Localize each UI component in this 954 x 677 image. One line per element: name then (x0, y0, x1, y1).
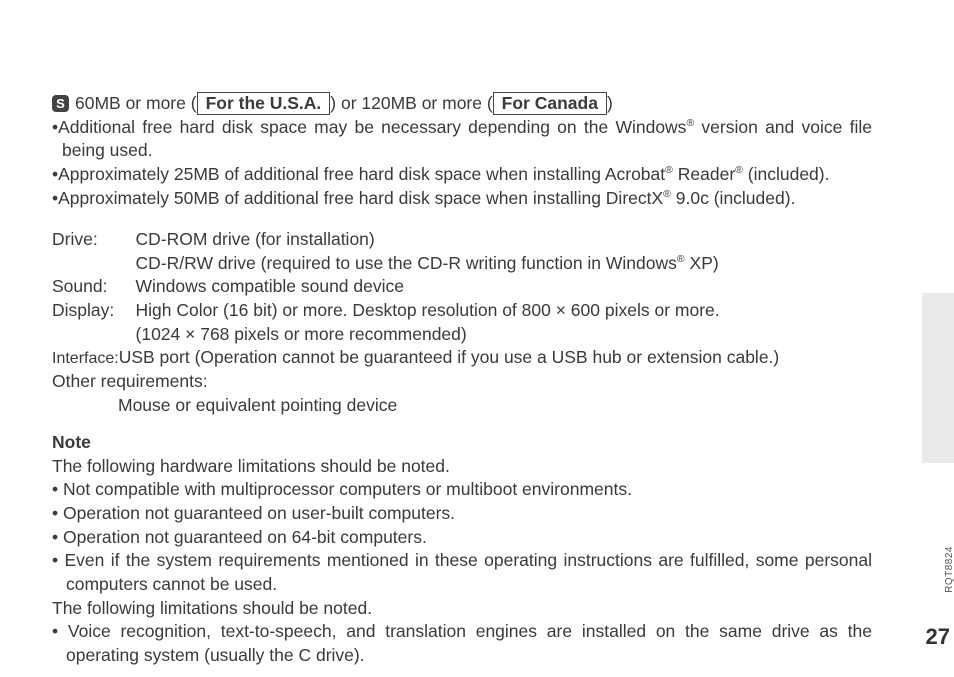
spec-other-label: Other requirements: (52, 370, 872, 394)
page-number: 27 (926, 622, 950, 652)
spec-label-interface: Interface: (52, 350, 119, 367)
spec-value-display-1: High Color (16 bit) or more. Desktop res… (136, 299, 872, 323)
spec-table: Drive: CD-ROM drive (for installation) C… (52, 228, 872, 346)
text-fragment: •Approximately 50MB of additional free h… (52, 188, 663, 208)
spec-label-display: Display: (52, 299, 136, 323)
registered-mark: ® (735, 164, 743, 176)
note-heading: Note (52, 431, 872, 455)
spec-label-blank (52, 252, 136, 276)
text-fragment: •Approximately 25MB of additional free h… (52, 164, 665, 184)
note-intro-1: The following hardware limitations shoul… (52, 455, 872, 479)
spec-other-value: Mouse or equivalent pointing device (52, 394, 872, 418)
document-number: RQT8824 (943, 546, 954, 593)
spec-label-blank (52, 323, 136, 347)
storage-suffix: ) (607, 93, 613, 113)
text-fragment: (included). (743, 164, 830, 184)
storage-middle: ) or 120MB or more ( (330, 93, 492, 113)
registered-mark: ® (665, 164, 673, 176)
text-fragment: XP) (685, 253, 719, 273)
note-bullet-2: • Operation not guaranteed on user-built… (52, 502, 872, 526)
spec-value-display-2: (1024 × 768 pixels or more recommended) (136, 323, 872, 347)
spec-value-drive-2: CD-R/RW drive (required to use the CD-R … (136, 252, 872, 276)
bullet-disk-space: •Additional free hard disk space may be … (52, 116, 872, 163)
spec-value-sound: Windows compatible sound device (136, 275, 872, 299)
registered-mark: ® (677, 253, 685, 265)
text-fragment: •Additional free hard disk space may be … (52, 117, 686, 137)
side-tab (922, 293, 954, 463)
note-bullet-4: • Even if the system requirements mentio… (52, 549, 872, 596)
label-canada: For Canada (493, 92, 607, 115)
spec-label-sound: Sound: (52, 275, 136, 299)
text-fragment: Reader (673, 164, 735, 184)
note-intro-2: The following limitations should be note… (52, 597, 872, 621)
spec-value-interface: USB port (Operation cannot be guaranteed… (119, 347, 780, 367)
bullet-directx: •Approximately 50MB of additional free h… (52, 187, 872, 211)
spec-label-drive: Drive: (52, 228, 136, 252)
spec-interface: Interface:USB port (Operation cannot be … (52, 346, 872, 370)
s-badge-icon: S (52, 95, 69, 112)
note-bullet-5: • Voice recognition, text-to-speech, and… (52, 620, 872, 667)
storage-prefix: 60MB or more ( (75, 93, 197, 113)
registered-mark: ® (663, 188, 671, 200)
bullet-acrobat: •Approximately 25MB of additional free h… (52, 163, 872, 187)
text-fragment: CD-R/RW drive (required to use the CD-R … (136, 253, 677, 273)
spec-value-drive-1: CD-ROM drive (for installation) (136, 228, 872, 252)
text-fragment: 9.0c (included). (671, 188, 796, 208)
label-usa: For the U.S.A. (197, 92, 331, 115)
storage-line: S 60MB or more (For the U.S.A.) or 120MB … (52, 92, 872, 116)
note-bullet-3: • Operation not guaranteed on 64-bit com… (52, 526, 872, 550)
note-bullet-1: • Not compatible with multiprocessor com… (52, 478, 872, 502)
